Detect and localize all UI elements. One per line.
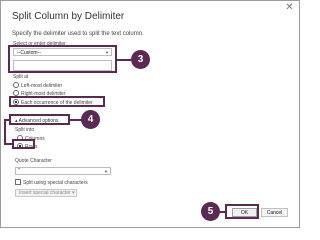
radio-button-icon [13,90,19,96]
radio-left-most[interactable]: Left-most delimiter [13,82,62,89]
connector-line [117,59,131,61]
checkbox-icon [15,179,21,185]
radio-label: Rows [25,144,38,150]
custom-delimiter-input[interactable] [13,60,112,71]
callout-3: 3 [131,50,150,69]
split-at-label: Split at [13,74,29,80]
radio-button-icon [13,82,19,88]
delimiter-select-value: --Custom-- [17,50,41,56]
chevron-down-icon: ▼ [105,50,109,55]
connector-line [4,119,6,145]
dialog-title: Split Column by Delimiter [12,11,125,22]
radio-each-occurrence[interactable]: Each occurrence of the delimiter [13,99,93,106]
connector-line [4,143,12,145]
cancel-button[interactable]: Cancel [261,208,288,217]
split-into-label: Split into [15,127,35,133]
split-column-dialog: Split Column by Delimiter ✕ Specify the … [0,0,300,228]
callout-4: 4 [81,110,100,129]
dialog-subtitle: Specify the delimiter used to split the … [12,31,144,37]
quote-character-label: Quote Character [15,158,52,164]
radio-label: Each occurrence of the delimiter [21,100,93,106]
close-icon[interactable]: ✕ [284,2,295,13]
quote-character-select[interactable]: " ▼ [15,167,111,175]
delimiter-select[interactable]: --Custom-- ▼ [13,48,112,56]
chevron-down-icon: ▼ [104,169,108,174]
radio-right-most[interactable]: Right-most delimiter [13,90,65,97]
delimiter-label: Select or enter delimiter [13,41,66,47]
ok-button[interactable]: OK [232,208,257,217]
special-characters-checkbox[interactable]: Split using special characters [15,179,88,186]
radio-label: Right-most delimiter [21,91,66,97]
callout-5: 5 [201,202,220,221]
insert-special-character-button[interactable]: Insert special character ▾ [15,189,77,197]
radio-button-icon [17,135,23,141]
checkbox-label: Split using special characters [23,180,88,186]
quote-character-value: " [18,168,20,174]
advanced-options-toggle[interactable]: ▴ Advanced options [15,118,58,124]
radio-button-checked-icon [13,99,19,105]
radio-columns[interactable]: Columns [17,135,45,142]
radio-label: Columns [25,136,45,142]
radio-rows[interactable]: Rows [17,143,38,150]
radio-button-checked-icon [17,143,23,149]
radio-label: Left-most delimiter [21,83,63,89]
